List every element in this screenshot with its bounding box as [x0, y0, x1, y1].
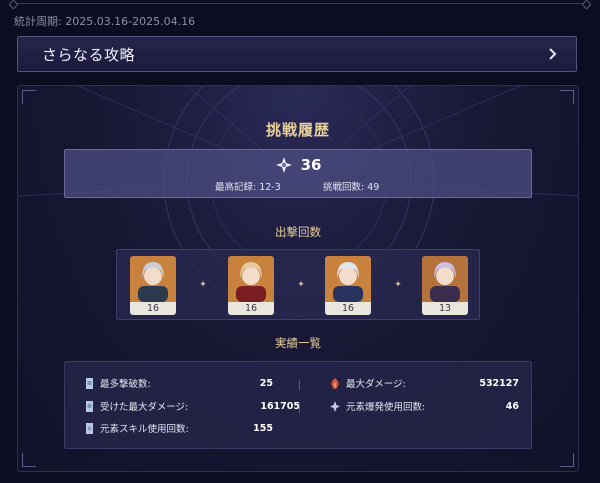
character-portrait — [422, 256, 468, 302]
stat-burst-uses: 元素爆発使用回数: 46 — [329, 398, 519, 414]
portrait-clothes — [430, 286, 460, 302]
panel-corner-ornament — [560, 90, 574, 104]
stat-label: 受けた最大ダメージ: — [100, 402, 189, 413]
divider — [299, 380, 300, 390]
stat-value: 161705 — [260, 400, 300, 412]
portrait-clothes — [236, 286, 266, 302]
panel-corner-ornament — [560, 453, 574, 467]
best-record: 最高記録: 12-3 — [215, 182, 281, 193]
stat-max-damage: 最大ダメージ: 532127 — [329, 375, 519, 391]
portrait-face — [144, 267, 162, 285]
burst-icon — [329, 399, 341, 413]
achievements-list: 最多撃破数: 25 受けた最大ダメージ: 161705 元素スキル使用回数: 1… — [64, 361, 532, 449]
sortie-count: 16 — [228, 302, 274, 315]
abyss-star-icon — [275, 156, 293, 174]
panel-corner-ornament — [22, 453, 36, 467]
chevron-right-icon — [546, 47, 560, 61]
character-card: 16 — [130, 256, 176, 315]
total-stars: 36 — [300, 156, 322, 174]
challenge-history-title: 挑戦履歴 — [265, 121, 330, 139]
divider — [299, 403, 300, 413]
top-divider — [14, 3, 586, 4]
team-sortie-list: 16 ✦ 16 ✦ 16 ✦ 13 — [116, 249, 480, 320]
sortie-count: 16 — [130, 302, 176, 315]
character-portrait — [130, 256, 176, 302]
stat-label: 元素スキル使用回数: — [100, 424, 189, 435]
portrait-face — [436, 267, 454, 285]
record-summary: 36 最高記録: 12-3 挑戦回数: 49 — [64, 149, 532, 198]
skill-icon — [83, 421, 95, 435]
stat-skill-uses: 元素スキル使用回数: 155 — [83, 420, 273, 436]
character-portrait — [325, 256, 371, 302]
more-strategies-button[interactable]: さらなる攻略 — [17, 36, 577, 72]
max-damage-icon — [329, 376, 341, 390]
stat-label: 最大ダメージ: — [346, 379, 406, 390]
character-card: 16 — [325, 256, 371, 315]
stat-value: 25 — [259, 377, 273, 389]
stat-label: 元素爆発使用回数: — [346, 402, 426, 413]
achievements-title: 実績一覧 — [275, 336, 321, 350]
challenge-history-panel: 挑戦履歴 36 最高記録: 12-3 挑戦回数: 49 出撃回数 16 ✦ 16… — [17, 85, 579, 472]
separator-icon: ✦ — [199, 280, 207, 290]
more-strategies-label: さらなる攻略 — [42, 45, 136, 64]
stat-value: 46 — [505, 400, 519, 412]
stat-value: 532127 — [479, 377, 519, 389]
stat-value: 155 — [253, 422, 273, 434]
separator-icon: ✦ — [394, 280, 402, 290]
character-card: 13 — [422, 256, 468, 315]
sortie-count-title: 出撃回数 — [275, 225, 321, 239]
statistics-period: 統計周期: 2025.03.16-2025.04.16 — [14, 15, 196, 28]
portrait-face — [339, 267, 357, 285]
stat-label: 最多撃破数: — [100, 379, 151, 390]
panel-corner-ornament — [22, 90, 36, 104]
stat-most-defeats: 最多撃破数: 25 — [83, 375, 273, 391]
character-card: 16 — [228, 256, 274, 315]
portrait-clothes — [333, 286, 363, 302]
portrait-clothes — [138, 286, 168, 302]
character-portrait — [228, 256, 274, 302]
damage-taken-icon — [83, 399, 95, 413]
sortie-count: 16 — [325, 302, 371, 315]
portrait-face — [242, 267, 260, 285]
stat-max-damage-taken: 受けた最大ダメージ: 161705 — [83, 398, 300, 414]
attempt-count: 挑戦回数: 49 — [323, 182, 380, 193]
defeat-icon — [83, 376, 95, 390]
sortie-count: 13 — [422, 302, 468, 315]
separator-icon: ✦ — [297, 280, 305, 290]
